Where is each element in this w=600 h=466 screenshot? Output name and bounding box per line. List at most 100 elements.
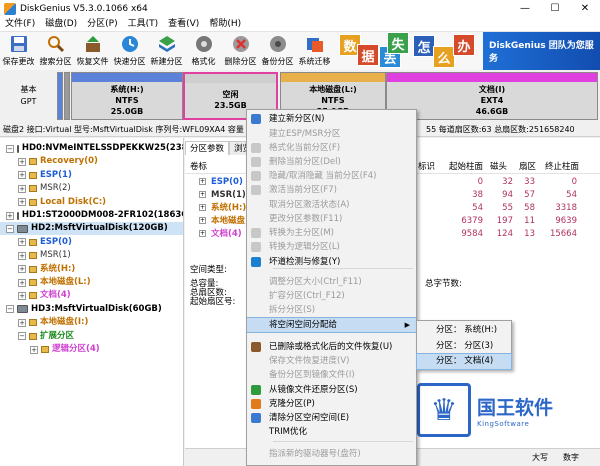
expand-icon[interactable]: + xyxy=(199,217,206,224)
submenu-arrow-icon: ▶ xyxy=(404,321,410,329)
search-partition-button[interactable]: 搜索分区 xyxy=(37,32,74,70)
expand-icon[interactable]: + xyxy=(30,345,38,354)
context-menu-item[interactable]: 从镜像文件还原分区(S) xyxy=(247,383,416,397)
tree-partition-node[interactable]: + Recovery(0) xyxy=(0,155,183,168)
context-menu-item[interactable]: 将空闲空间分配给 ▶ xyxy=(247,317,416,333)
context-menu-item[interactable]: 扩容分区(Ctrl_F12) xyxy=(247,289,416,303)
tree-partition-node[interactable]: + 本地磁盘(L:) xyxy=(0,276,183,289)
new-partition-button[interactable]: 新建分区 xyxy=(148,32,185,70)
context-menu-item[interactable]: 指派新的驱动器号(盘符) xyxy=(247,447,416,461)
tree-partition-node[interactable]: − 扩展分区 xyxy=(0,330,183,343)
menu-partition[interactable]: 分区(P) xyxy=(82,17,122,32)
tree-node-label: HD2:MsftVirtualDisk(120GB) xyxy=(31,223,168,234)
submenu-item[interactable]: 分区： 分区(3) xyxy=(417,339,511,354)
quick-partition-button[interactable]: 快速分区 xyxy=(111,32,148,70)
partition-system[interactable]: 系统(H:) NTFS 25.0GB xyxy=(71,72,183,120)
context-menu-item[interactable]: 转换为主分区(M) xyxy=(247,226,416,240)
context-menu-item[interactable]: 克隆分区(P) xyxy=(247,397,416,411)
backup-partition-button[interactable]: 备份分区 xyxy=(259,32,296,70)
system-migrate-button[interactable]: 系统迁移 xyxy=(296,32,333,70)
expand-icon[interactable]: + xyxy=(18,157,26,166)
tab-partition-params[interactable]: 分区参数 xyxy=(185,141,230,155)
recover-file-button[interactable]: 恢复文件 xyxy=(74,32,111,70)
expand-icon[interactable]: + xyxy=(199,191,206,198)
partition-size: 23.5GB xyxy=(214,101,247,110)
context-menu-item[interactable]: 建立ESP/MSR分区 xyxy=(247,127,416,141)
context-menu-item[interactable]: 调整分区大小(Ctrl_F11) xyxy=(247,275,416,289)
expand-icon[interactable]: + xyxy=(6,211,14,220)
menu-tools[interactable]: 工具(T) xyxy=(123,17,164,32)
context-menu-item[interactable]: 清除分区空闲空间(E) xyxy=(247,411,416,425)
context-menu: 建立新分区(N) 建立ESP/MSR分区格式化当前分区(F) 删除当前分区(Del)… xyxy=(246,109,417,466)
tree-partition-node[interactable]: + 文档(4) xyxy=(0,289,183,302)
promo-banner[interactable]: 数 据 丢 失 怎 么 办 DiskGenius 团队为您服务 xyxy=(335,32,600,70)
expand-icon[interactable]: + xyxy=(18,265,26,274)
expand-icon[interactable]: + xyxy=(18,291,26,300)
expand-icon[interactable]: + xyxy=(18,251,26,260)
partition-color-bar xyxy=(281,73,385,82)
context-menu-label: 格式化当前分区(F) xyxy=(269,143,341,153)
context-menu-item[interactable]: 坏道检测与修复(Y) xyxy=(247,255,416,269)
collapse-icon[interactable]: − xyxy=(6,305,14,314)
context-menu-item[interactable]: TRIM优化 xyxy=(247,425,416,439)
expand-icon[interactable]: + xyxy=(199,178,206,185)
collapse-icon[interactable]: − xyxy=(6,144,14,153)
context-menu-item[interactable]: 格式化当前分区(F) xyxy=(247,141,416,155)
context-menu-label: 取消分区激活状态(A) xyxy=(269,200,350,210)
partition-documents[interactable]: 文档(I) EXT4 46.6GB xyxy=(386,72,598,120)
close-button[interactable]: ✕ xyxy=(570,0,600,17)
menu-disk[interactable]: 磁盘(D) xyxy=(40,17,82,32)
expand-icon[interactable]: + xyxy=(199,204,206,211)
context-menu-item[interactable]: 拆分分区(S) xyxy=(247,303,416,317)
menu-view[interactable]: 查看(V) xyxy=(163,17,204,32)
collapse-icon[interactable]: − xyxy=(18,332,26,341)
clone-icon xyxy=(251,399,261,409)
col-header-volume: 卷标 xyxy=(190,162,208,172)
tree-disk-node[interactable]: − HD3:MsftVirtualDisk(60GB) xyxy=(0,303,183,316)
tree-disk-node[interactable]: −HD0:NVMeINTELSSDPEKKW25(238GB) xyxy=(0,142,183,155)
delete-partition-label: 删除分区 xyxy=(224,57,257,66)
tree-partition-node[interactable]: + ESP(1) xyxy=(0,169,183,182)
tree-partition-node[interactable]: + 系统(H:) xyxy=(0,263,183,276)
expand-icon[interactable]: + xyxy=(18,171,26,180)
context-menu-item[interactable]: 建立新分区(N) xyxy=(247,112,416,126)
context-menu-item[interactable]: 已删除或格式化后的文件恢复(U) xyxy=(247,340,416,354)
context-menu-item[interactable]: 取消分区激活状态(A) xyxy=(247,198,416,212)
tree-disk-node[interactable]: + HD1:ST2000DM008-2FR102(1863GB) xyxy=(0,209,183,222)
submenu-item[interactable]: 分区： 文档(4) xyxy=(416,353,512,370)
expand-icon[interactable]: + xyxy=(18,238,26,247)
menu-file[interactable]: 文件(F) xyxy=(0,17,40,32)
maximize-button[interactable]: ☐ xyxy=(540,0,570,17)
context-menu-label: TRIM优化 xyxy=(269,427,307,437)
tree-partition-node[interactable]: + Local Disk(C:) xyxy=(0,196,183,209)
context-menu-item[interactable]: 更改分区参数(F11) xyxy=(247,212,416,226)
esp-segment[interactable] xyxy=(57,72,63,120)
context-menu-item[interactable]: 删除当前分区(Del) xyxy=(247,155,416,169)
delete-partition-button[interactable]: 删除分区 xyxy=(222,32,259,70)
expand-icon[interactable]: + xyxy=(18,318,26,327)
context-menu-item[interactable]: 保存文件恢复进度(V) xyxy=(247,354,416,368)
context-menu-item[interactable]: 激活当前分区(F7) xyxy=(247,183,416,197)
minimize-button[interactable]: — xyxy=(510,0,540,17)
expand-icon[interactable]: + xyxy=(199,230,206,237)
msr-segment[interactable] xyxy=(64,72,70,120)
tree-disk-node[interactable]: − HD2:MsftVirtualDisk(120GB) xyxy=(0,222,183,236)
submenu-item[interactable]: 分区： 系统(H:) xyxy=(417,323,511,338)
collapse-icon[interactable]: − xyxy=(6,224,14,233)
tree-partition-node[interactable]: + MSR(2) xyxy=(0,182,183,195)
context-menu-item[interactable]: 备份分区到镜像文件(I) xyxy=(247,368,416,382)
tree-partition-node[interactable]: + 本地磁盘(I:) xyxy=(0,316,183,329)
expand-icon[interactable]: + xyxy=(18,198,26,207)
menu-help[interactable]: 帮助(H) xyxy=(204,17,246,32)
context-menu-item[interactable]: 转换为逻辑分区(L) xyxy=(247,240,416,254)
disk-tree: −HD0:NVMeINTELSSDPEKKW25(238GB)+Recovery… xyxy=(0,138,184,466)
expand-icon[interactable]: + xyxy=(18,278,26,287)
disk-type-label: 基本 GPT xyxy=(0,70,57,122)
tree-partition-node[interactable]: + 逻辑分区(4) xyxy=(0,343,183,356)
tree-partition-node[interactable]: + ESP(0) xyxy=(0,236,183,249)
format-button[interactable]: 格式化 xyxy=(185,32,222,70)
expand-icon[interactable]: + xyxy=(18,184,26,193)
save-changes-button[interactable]: 保存更改 xyxy=(0,32,37,70)
tree-partition-node[interactable]: + MSR(1) xyxy=(0,249,183,262)
context-menu-item[interactable]: 隐藏/取消隐藏 当前分区(F4) xyxy=(247,169,416,183)
